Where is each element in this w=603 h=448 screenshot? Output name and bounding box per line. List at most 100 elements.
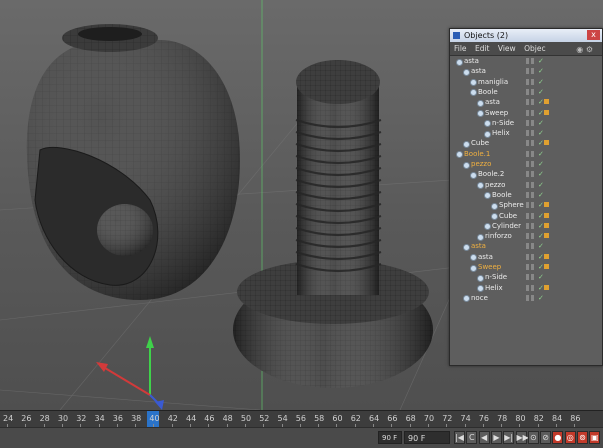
autokey-icon[interactable]: ⊘ [540,431,552,444]
enabled-check-icon[interactable]: ✓ [538,231,544,241]
enabled-check-icon[interactable]: ✓ [538,87,544,97]
visibility-toggle-icon[interactable] [526,58,536,64]
visibility-toggle-icon[interactable] [526,119,536,126]
enabled-check-icon[interactable]: ✓ [538,149,544,159]
enabled-check-icon[interactable]: ✓ [538,180,544,190]
object-row[interactable]: Boole.1 ✓ [450,149,602,159]
object-row[interactable]: Boole ✓ [450,190,602,200]
menu-view[interactable]: View [498,44,516,53]
record-keys-icon[interactable]: ⊙ [527,431,539,444]
object-row[interactable]: maniglia ✓ [450,77,602,87]
object-row[interactable]: Helix ✓ [450,128,602,138]
object-row[interactable]: Sphere ✓ [450,200,602,210]
visibility-toggle-icon[interactable] [526,191,536,198]
fast-forward-icon[interactable]: ▶▶ [515,431,529,444]
visibility-toggle-icon[interactable] [526,88,536,95]
enabled-check-icon[interactable]: ✓ [538,252,544,262]
enabled-check-icon[interactable]: ✓ [538,200,544,210]
go-start-icon[interactable]: |◀ [454,431,465,444]
enabled-check-icon[interactable]: ✓ [538,118,544,128]
visibility-toggle-icon[interactable] [526,181,536,188]
menu-objects[interactable]: Objec [524,44,546,53]
enabled-check-icon[interactable]: ✓ [538,128,544,138]
object-row[interactable]: asta ✓ [450,56,602,66]
menu-edit[interactable]: Edit [475,44,490,53]
enabled-check-icon[interactable]: ✓ [538,241,544,251]
tag-icon[interactable] [544,233,549,239]
visibility-toggle-icon[interactable] [526,171,536,178]
enabled-check-icon[interactable]: ✓ [538,77,544,87]
visibility-toggle-icon[interactable] [526,202,536,209]
visibility-toggle-icon[interactable] [526,140,536,147]
end-frame-small-field[interactable]: 90 F [378,431,402,444]
object-row[interactable]: asta ✓ [450,66,602,76]
object-row[interactable]: asta ✓ [450,252,602,262]
enabled-check-icon[interactable]: ✓ [538,56,544,66]
visibility-toggle-icon[interactable] [526,274,536,281]
object-row[interactable]: Sweep ✓ [450,108,602,118]
timeline-ruler[interactable]: 24 26 28 30 32 34 36 38 40 42 44 46 48 50 52 54 56 58 60 62… [0,410,603,428]
enabled-check-icon[interactable]: ✓ [538,262,544,272]
tag-icon[interactable] [544,140,549,146]
play-back-icon[interactable]: ◀ [478,431,490,444]
enabled-check-icon[interactable]: ✓ [538,169,544,179]
object-row[interactable]: asta ✓ [450,241,602,251]
settings-icon[interactable]: ▣ [589,431,601,444]
object-row[interactable]: noce ✓ [450,293,602,303]
enabled-check-icon[interactable]: ✓ [538,190,544,200]
object-row[interactable]: Cylinder ✓ [450,221,602,231]
object-row[interactable]: pezzo ✓ [450,159,602,169]
keyframe-icon[interactable]: ◎ [564,431,576,444]
object-row[interactable]: Boole.2 ✓ [450,169,602,179]
tag-icon[interactable] [544,212,549,218]
visibility-toggle-icon[interactable] [526,109,536,116]
visibility-toggle-icon[interactable] [526,150,536,157]
tag-icon[interactable] [544,284,549,290]
close-icon[interactable]: x [587,30,600,40]
object-row[interactable]: Cube ✓ [450,211,602,221]
object-manager-panel[interactable]: Objects (2) x File Edit View Objec ◉ ⚙ a… [449,28,603,366]
visibility-toggle-icon[interactable] [526,243,536,250]
enabled-check-icon[interactable]: ✓ [538,66,544,76]
object-row[interactable]: Helix ✓ [450,283,602,293]
tag-icon[interactable] [544,202,549,208]
visibility-toggle-icon[interactable] [526,78,536,85]
tag-icon[interactable] [544,264,549,269]
object-row[interactable]: n-Side ✓ [450,118,602,128]
visibility-toggle-icon[interactable] [526,264,536,270]
enabled-check-icon[interactable]: ✓ [538,221,544,231]
enabled-check-icon[interactable]: ✓ [538,138,544,148]
tag-icon[interactable] [544,253,549,259]
visibility-toggle-icon[interactable] [526,68,536,75]
end-frame-field[interactable]: 90 F [404,431,450,444]
visibility-toggle-icon[interactable] [526,212,536,219]
visibility-toggle-icon[interactable] [526,99,536,106]
object-row[interactable]: pezzo ✓ [450,180,602,190]
enabled-check-icon[interactable]: ✓ [538,293,544,303]
key-mode-icon[interactable]: C [466,431,478,444]
play-icon[interactable]: ▶ [490,431,502,444]
enabled-check-icon[interactable]: ✓ [538,108,544,118]
object-row[interactable]: Cube ✓ [450,138,602,148]
record-icon[interactable]: ● [552,431,564,444]
enabled-check-icon[interactable]: ✓ [538,159,544,169]
object-manager-titlebar[interactable]: Objects (2) x [450,29,602,42]
enabled-check-icon[interactable]: ✓ [538,211,544,221]
visibility-toggle-icon[interactable] [526,294,536,301]
object-row[interactable]: Boole ✓ [450,87,602,97]
object-row[interactable]: Sweep ✓ [450,262,602,272]
visibility-toggle-icon[interactable] [526,284,536,291]
visibility-toggle-icon[interactable] [526,222,536,229]
visibility-toggle-icon[interactable] [526,253,536,260]
tag-icon[interactable] [544,99,549,105]
go-end-icon[interactable]: ▶| [503,431,515,444]
3d-viewport[interactable]: Objects (2) x File Edit View Objec ◉ ⚙ a… [0,0,603,410]
object-row[interactable]: rinforzo ✓ [450,231,602,241]
enabled-check-icon[interactable]: ✓ [538,272,544,282]
menu-file[interactable]: File [454,44,467,53]
search-tools-icon[interactable]: ◉ ⚙ [576,43,593,56]
tag-icon[interactable] [544,109,549,115]
visibility-toggle-icon[interactable] [526,130,536,137]
object-row[interactable]: n-Side ✓ [450,272,602,282]
object-row[interactable]: asta ✓ [450,97,602,107]
